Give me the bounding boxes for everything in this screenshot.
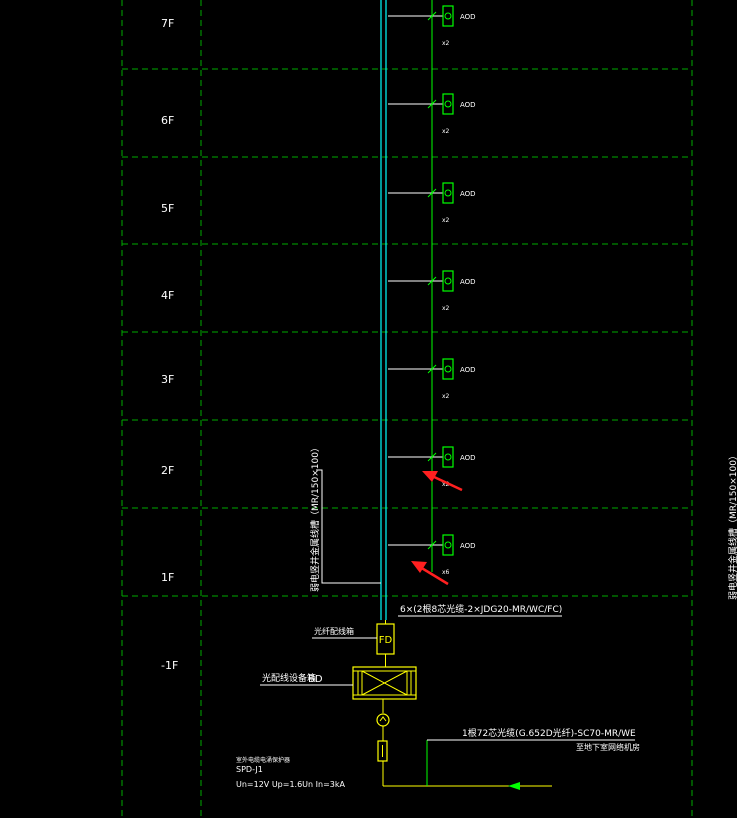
fd-desc: 光纤配线箱 [314,626,354,636]
aod-count: x2 [442,40,450,47]
aod-count: x2 [442,305,450,312]
aod-count: x2 [442,393,450,400]
aod-outlet-icon [444,12,452,20]
aod-label: AOD [460,454,476,462]
floor-label: 3F [161,373,174,386]
aod-outlet-icon [444,365,452,373]
riser-cable-label: 6×(2根8芯光缆-2×JDG20-MR/WC/FC) [400,603,562,615]
aod-label: AOD [460,366,476,374]
floor-label: 2F [161,464,174,477]
aod-outlet-icon [444,541,452,549]
tray-label-left: 弱电竖井金属线槽（MR/150×100） [309,443,321,592]
aod-outlet-icon [444,100,452,108]
aod-outlet-icon [444,277,452,285]
aod-label: AOD [460,190,476,198]
aod-outlet-icon [444,189,452,197]
incoming-dest-label: 至地下室网络机房 [576,742,640,752]
floor-label: 6F [161,114,174,127]
floor-label: 1F [161,571,174,584]
spd-circle [376,713,390,727]
floor-label: 4F [161,289,174,302]
floor-label: -1F [161,659,178,672]
incoming-cable-label: 1根72芯光缆(G.652D光纤)-SC70-MR/WE [462,727,636,739]
riser-diagram: 7F 6F 5F 4F 3F 2F 1F -1F AOD x2 AOD x2 AOD x2 AOD x2 AO… [121,0,737,818]
aod-outlet-icon [444,453,452,461]
incoming-arrow [508,782,520,790]
aod-count: x6 [442,569,450,576]
spd-model: SPD-J1 [236,765,263,774]
tray-label-right: 弱电竖井金属线槽（MR/150×100） [727,451,737,600]
spd-params: Un=12V Up=1.6Un In=3kA [236,780,346,789]
aod-label: AOD [460,101,476,109]
aod-count: x2 [442,217,450,224]
aod-count: x2 [442,128,450,135]
floor-label: 5F [161,202,174,215]
floor-separators [122,68,692,597]
fd-label: FD [379,635,393,646]
tray-leader-left [316,469,381,584]
floor-labels: 7F 6F 5F 4F 3F 2F 1F -1F [161,17,178,672]
spd-title: 室外电缆电涌保护器 [236,756,290,764]
bd-label: BD [308,674,323,685]
aod-label: AOD [460,542,476,550]
aod-label: AOD [460,13,476,21]
floor-label: 7F [161,17,174,30]
aod-label: AOD [460,278,476,286]
